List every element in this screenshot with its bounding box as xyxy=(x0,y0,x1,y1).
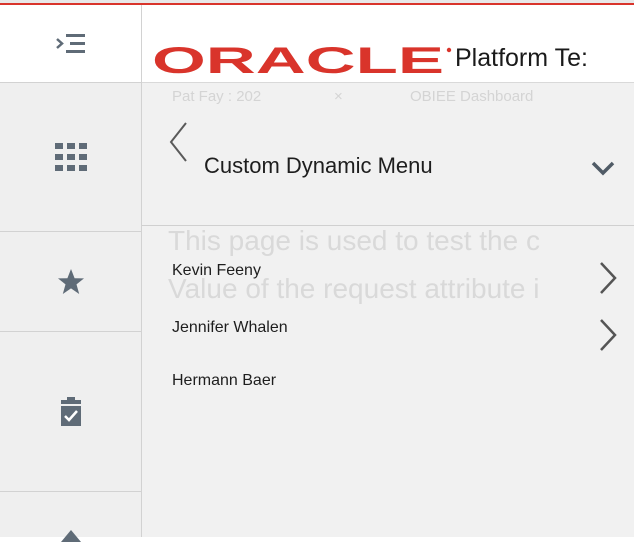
content-area: Pat Fay : 202 × OBIEE Dashboard This pag… xyxy=(142,83,634,537)
chevron-down-icon[interactable] xyxy=(588,159,618,181)
menu-item-hermann-baer[interactable]: Hermann Baer xyxy=(142,363,634,415)
menu-item-jennifer-whalen[interactable]: Jennifer Whalen xyxy=(142,310,634,362)
dynamic-menu-header: Custom Dynamic Menu xyxy=(142,83,634,226)
menu-item-label: Hermann Baer xyxy=(172,372,277,389)
up-arrow-icon xyxy=(60,530,81,542)
clipboard-check-icon xyxy=(60,396,81,426)
left-icon-rail xyxy=(0,5,142,542)
menu-item-kevin-feeny[interactable]: Kevin Feeny xyxy=(142,253,634,305)
app-title: Platform Te: xyxy=(455,44,588,72)
favorites-button[interactable] xyxy=(0,232,141,332)
chevron-right-icon xyxy=(600,319,617,351)
app-grid-icon xyxy=(54,143,87,171)
menu-toggle-button[interactable] xyxy=(0,5,141,83)
menu-item-label: Kevin Feeny xyxy=(172,262,261,279)
menu-toggle-icon xyxy=(55,33,85,53)
menu-item-label: Jennifer Whalen xyxy=(172,319,288,336)
svg-text:ORACLE: ORACLE xyxy=(152,45,444,75)
back-chevron-icon[interactable] xyxy=(168,122,190,162)
chevron-right-icon xyxy=(600,262,617,294)
dynamic-menu-title: Custom Dynamic Menu xyxy=(204,153,433,178)
scroll-up-button[interactable] xyxy=(0,492,141,542)
global-header: ORACLE Platform Te: xyxy=(142,5,634,83)
app-grid-button[interactable] xyxy=(0,83,141,232)
tasks-button[interactable] xyxy=(0,332,141,492)
star-icon xyxy=(57,268,84,294)
oracle-logo: ORACLE xyxy=(152,45,452,75)
